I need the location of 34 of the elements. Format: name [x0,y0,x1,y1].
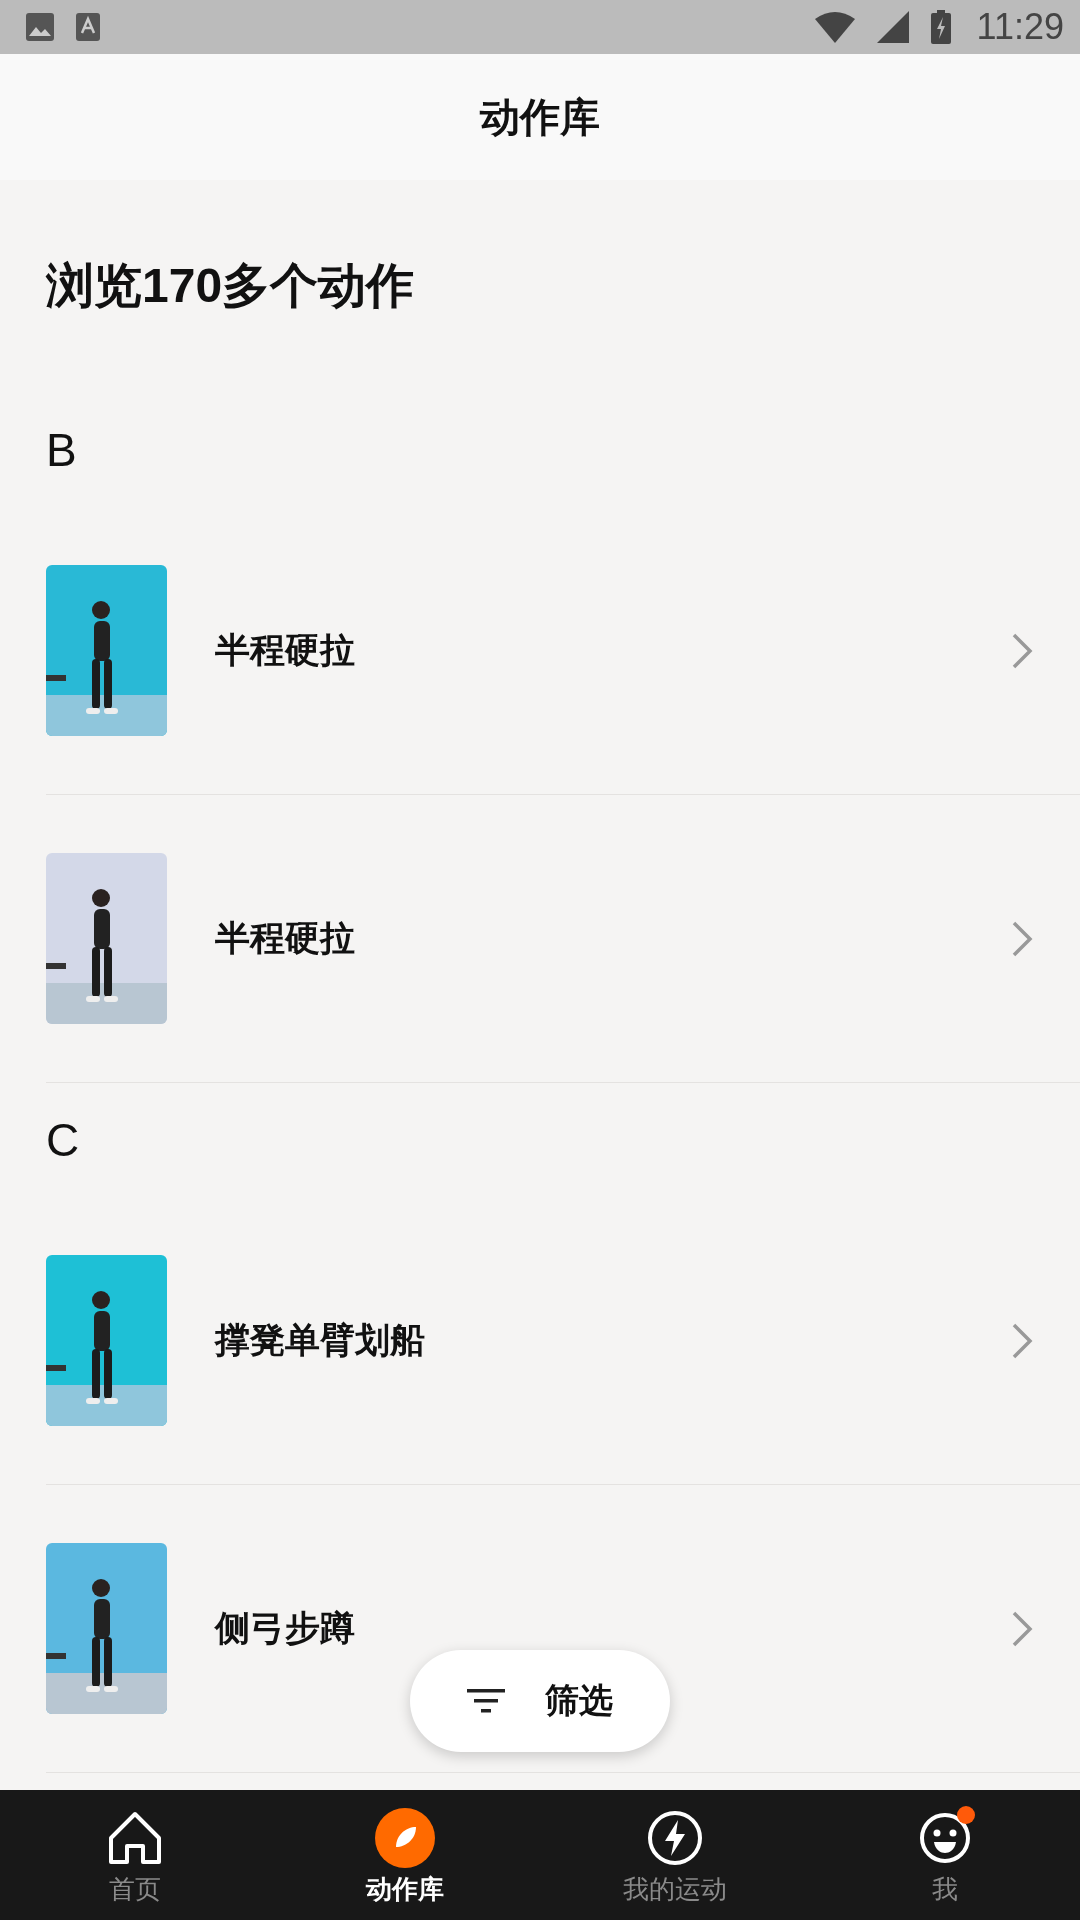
page-title: 动作库 [480,92,600,142]
tab-bar-item[interactable]: 我 [810,1790,1080,1920]
chevron-right-icon [1010,919,1034,958]
index-letter: B [46,423,77,477]
tab-label: 我 [932,1873,958,1906]
exercise-row[interactable]: 半程硬拉 [46,507,1080,795]
tab-label: 动作库 [366,1873,444,1906]
filter-icon [467,1687,505,1715]
leaf-icon [374,1807,436,1869]
smiley-icon [919,1812,971,1864]
chevron-right-icon [1010,1609,1034,1648]
index-letter: C [46,1113,80,1167]
exercise-name: 半程硬拉 [215,629,356,672]
image-icon [26,13,54,41]
filter-button[interactable]: 筛选 [410,1650,670,1752]
exercise-name: 撑凳单臂划船 [215,1319,426,1362]
chevron-right-icon [1010,1321,1034,1360]
clock-time: 11:29 [976,6,1064,48]
wifi-icon [814,11,855,43]
chevron-right-icon [1010,631,1034,670]
signal-icon [876,11,909,43]
lightning-icon [647,1810,703,1866]
battery-icon [930,10,951,44]
section-heading: 浏览170多个动作 [46,258,415,314]
exercise-row[interactable]: 撑凳单臂划船 [46,1197,1080,1485]
exercise-name: 侧弓步蹲 [215,1607,356,1650]
tab-bar-item[interactable]: 动作库 [270,1790,540,1920]
tab-bar-item[interactable]: 首页 [0,1790,270,1920]
exercise-name: 半程硬拉 [215,917,356,960]
exercise-row[interactable]: 半程硬拉 [46,795,1080,1083]
tab-label: 我的运动 [623,1873,727,1906]
font-icon [76,13,100,41]
tab-bar-item[interactable]: 我的运动 [540,1790,810,1920]
tab-label: 首页 [109,1873,161,1906]
